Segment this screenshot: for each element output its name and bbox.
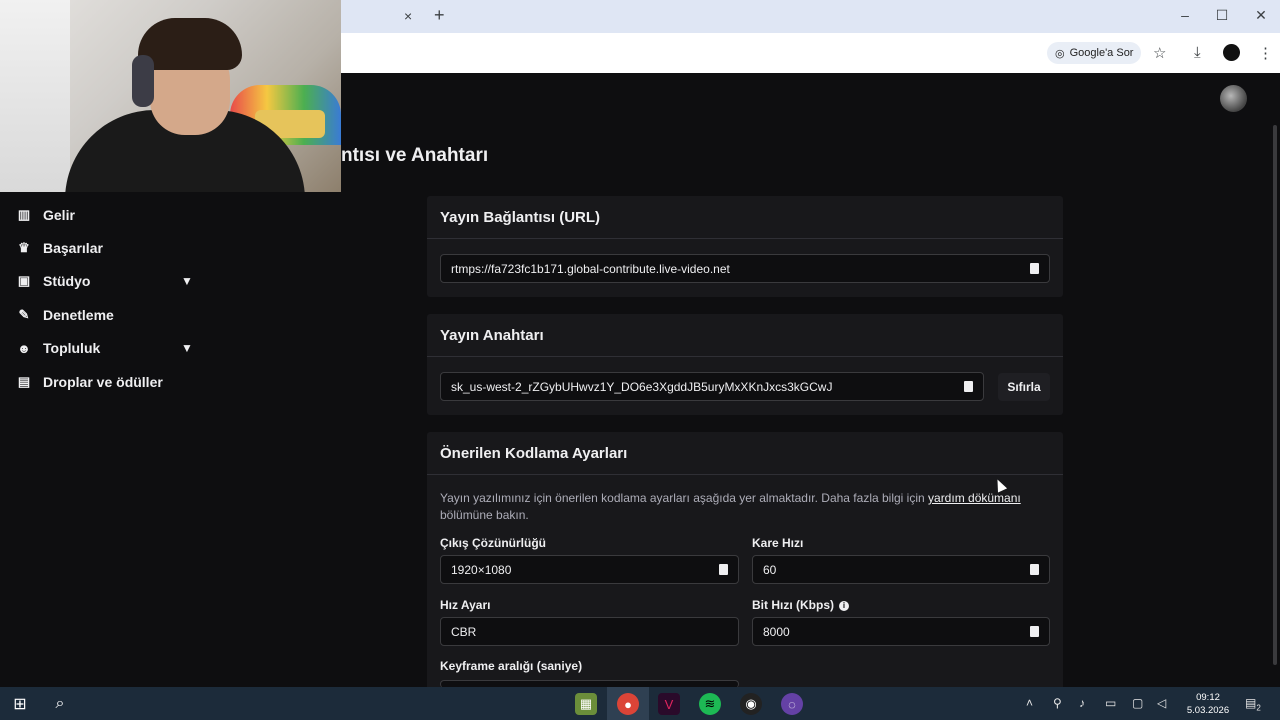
fps-value: 60 [763,562,777,577]
copy-icon[interactable] [1030,564,1039,575]
new-tab-button[interactable]: + [434,5,445,26]
chevron-down-icon[interactable]: ▼ [181,341,193,355]
community-icon: ☻ [17,340,31,356]
maximize-button[interactable]: ☐ [1212,7,1232,24]
google-sor-label: Google'a Sor [1069,47,1134,59]
help-doc-link[interactable]: yardım dökümanı [928,491,1021,505]
encoding-description: Yayın yazılımınız için önerilen kodlama … [440,490,1040,524]
clock-time: 09:12 [1196,692,1220,703]
studio-icon: ▣ [17,273,31,289]
rate-control-field[interactable]: CBR [440,617,739,646]
stream-url-field[interactable]: rtmps://fa723fc1b171.global-contribute.l… [440,254,1050,283]
download-icon[interactable]: ⤓ [1194,44,1201,61]
chrome-icon[interactable]: ● [617,693,639,715]
fps-field[interactable]: 60 [752,555,1050,584]
google-lens-icon: ◎ [1055,47,1065,60]
battery-icon[interactable]: ▭ [1105,696,1116,710]
close-window-button[interactable]: ✕ [1251,7,1271,24]
stream-key-value: sk_us-west-2_rZGybUHwvz1Y_DO6e3XgddJB5ur… [451,379,833,394]
webcam-overlay [0,0,341,192]
notification-count: 2 [1256,703,1261,713]
bitrate-value: 8000 [763,624,790,639]
sidebar-item-label: Başarılar [43,240,103,257]
profile-icon[interactable] [1223,44,1240,61]
copy-icon[interactable] [719,564,728,575]
search-icon[interactable]: ⌕ [49,693,71,715]
volume-icon[interactable]: ◁ [1157,696,1166,710]
clock-date: 5.03.2026 [1186,705,1230,716]
copy-icon[interactable] [964,381,973,392]
trophy-icon: ♛ [18,240,30,256]
wrench-icon: ✎ [18,306,30,322]
rate-control-label: Hız Ayarı [440,598,491,612]
keyframe-label: Keyframe aralığı (saniye) [440,659,583,673]
rate-control-value: CBR [451,624,477,639]
stream-url-heading: Yayın Bağlantısı (URL) [427,196,1063,239]
sidebar-item-studyo[interactable]: ▣ Stüdyo ▼ [0,265,210,298]
resolution-field[interactable]: 1920×1080 [440,555,739,584]
vegas-icon[interactable]: V [658,693,680,715]
sidebar-item-basarilar[interactable]: ♛ Başarılar [0,231,210,264]
scrollbar[interactable] [1273,125,1277,665]
reset-key-button[interactable]: Sıfırla [998,373,1050,401]
windows-start-icon[interactable]: ⊞ [9,693,31,715]
bitrate-field[interactable]: 8000 [752,617,1050,646]
stream-key-heading: Yayın Anahtarı [427,314,1063,357]
sidebar-item-label: Denetleme [43,306,114,323]
info-icon[interactable]: i [839,600,849,611]
sidebar: ▥ Gelir ♛ Başarılar ▣ Stüdyo ▼ ✎ Denetle… [0,198,210,398]
sidebar-item-label: Droplar ve ödüller [43,373,163,390]
minecraft-icon[interactable]: ▦ [575,693,597,715]
menu-icon[interactable]: ⋮ [1258,44,1273,62]
tab-close-button[interactable]: × [404,8,412,24]
bitrate-label-wrap: Bit Hızı (Kbps) i [752,598,849,612]
copy-icon[interactable] [1030,263,1039,274]
stream-key-field[interactable]: sk_us-west-2_rZGybUHwvz1Y_DO6e3XgddJB5ur… [440,372,984,401]
chart-icon: ▥ [17,206,31,222]
obs-icon[interactable]: ◉ [740,693,762,715]
sidebar-item-denetleme[interactable]: ✎ Denetleme [0,298,210,331]
usb-icon[interactable]: ⚲ [1053,696,1062,710]
google-sor-button[interactable]: ◎ Google'a Sor [1047,42,1142,64]
fps-label: Kare Hızı [752,536,804,550]
app-icon[interactable]: ◌ [781,693,803,715]
microphone-icon[interactable]: ♪ [1079,696,1085,710]
sidebar-item-label: Topluluk [43,340,101,357]
chevron-up-icon[interactable]: ˄ [1026,696,1033,710]
sidebar-item-label: Gelir [43,206,75,223]
notification-icon[interactable]: ▤2 [1245,696,1261,712]
user-avatar[interactable] [1220,85,1247,112]
sidebar-item-gelir[interactable]: ▥ Gelir [0,198,210,231]
system-clock[interactable]: 09:12 5.03.2026 [1180,691,1236,717]
network-icon[interactable]: ▢ [1132,696,1143,710]
stream-url-value: rtmps://fa723fc1b171.global-contribute.l… [451,261,730,276]
taskbar: ⊞ ⌕ ▦ ● V ≋ ◉ ◌ ˄ ⚲ ♪ ▭ ▢ ◁ 09:12 5.03.2… [0,687,1280,720]
chevron-down-icon[interactable]: ▼ [181,274,193,288]
resolution-value: 1920×1080 [451,562,512,577]
minimize-button[interactable]: – [1175,7,1195,23]
sidebar-item-droplar[interactable]: ▤ Droplar ve ödüller [0,365,210,398]
encoding-heading: Önerilen Kodlama Ayarları [427,432,1063,475]
description-text-end: bölümüne bakın. [440,508,529,522]
description-text: Yayın yazılımınız için önerilen kodlama … [440,491,929,505]
page-title: ntısı ve Anahtarı [341,145,489,166]
sidebar-item-topluluk[interactable]: ☻ Topluluk ▼ [0,332,210,365]
sidebar-item-label: Stüdyo [43,273,91,290]
spotify-icon[interactable]: ≋ [699,693,721,715]
star-icon[interactable]: ☆ [1153,44,1166,62]
bitrate-label: Bit Hızı (Kbps) [752,598,834,612]
gift-icon: ▤ [17,373,31,389]
copy-icon[interactable] [1030,626,1039,637]
resolution-label: Çıkış Çözünürlüğü [440,536,546,550]
